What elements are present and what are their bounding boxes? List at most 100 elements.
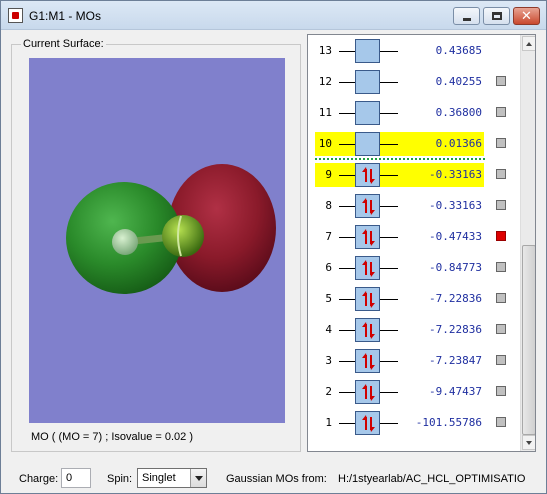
mo-window: G1:M1 - MOs ✕ Current Surface: MO ((MO …	[0, 0, 547, 494]
mo-number: 6	[325, 261, 332, 274]
mo-row[interactable]: 6 -0.84773	[308, 256, 520, 280]
orbital-level-box[interactable]	[355, 256, 380, 280]
surface-toggle-checkbox[interactable]	[496, 386, 506, 396]
spin-down-arrow-icon	[370, 324, 375, 339]
close-button[interactable]: ✕	[513, 7, 540, 25]
orbital-3d-viewport[interactable]	[29, 58, 285, 423]
scroll-down-icon[interactable]	[522, 435, 535, 450]
hydrogen-atom	[112, 229, 138, 255]
spin-selected-value: Singlet	[142, 472, 176, 484]
level-line	[339, 144, 355, 145]
mo-row[interactable]: 4 -7.22836	[308, 318, 520, 342]
spin-down-arrow-icon	[370, 200, 375, 215]
spin-up-arrow-icon	[362, 415, 367, 430]
minimize-button[interactable]	[453, 7, 480, 25]
mo-row[interactable]: 8 -0.33163	[308, 194, 520, 218]
chevron-down-icon[interactable]	[190, 469, 206, 487]
level-line	[339, 82, 355, 83]
level-line	[339, 423, 355, 424]
mo-energy: 0.01366	[435, 137, 482, 150]
mo-energy: -0.84773	[429, 261, 482, 274]
mo-number: 3	[325, 354, 332, 367]
mo-energy: 0.36800	[435, 106, 482, 119]
mo-row[interactable]: 13 0.43685	[308, 39, 520, 63]
surface-toggle-checkbox[interactable]	[496, 262, 506, 272]
surface-toggle-checkbox[interactable]	[496, 417, 506, 427]
spin-down-arrow-icon	[370, 417, 375, 432]
level-line	[339, 175, 355, 176]
orbital-level-box[interactable]	[355, 287, 380, 311]
spin-select[interactable]: Singlet	[137, 468, 207, 488]
gaussview-app-icon	[8, 8, 23, 23]
level-line	[339, 299, 355, 300]
surface-toggle-checkbox[interactable]	[496, 76, 506, 86]
level-line	[339, 206, 355, 207]
orbital-level-box[interactable]	[355, 380, 380, 404]
orbital-level-box[interactable]	[355, 101, 380, 125]
mo-row[interactable]: 7 -0.47433	[308, 225, 520, 249]
level-line	[339, 51, 355, 52]
orbital-level-box[interactable]	[355, 349, 380, 373]
surface-toggle-checkbox[interactable]	[496, 200, 506, 210]
title-bar[interactable]: G1:M1 - MOs ✕	[1, 1, 546, 30]
spin-up-arrow-icon	[362, 322, 367, 337]
mo-energy: 0.43685	[435, 44, 482, 57]
mo-energy: -7.22836	[429, 292, 482, 305]
mo-energy: -0.33163	[429, 168, 482, 181]
chlorine-atom	[162, 215, 204, 257]
vertical-scrollbar[interactable]	[520, 35, 535, 451]
mo-row[interactable]: 3 -7.23847	[308, 349, 520, 373]
orbital-level-box[interactable]	[355, 194, 380, 218]
scroll-thumb[interactable]	[522, 245, 535, 435]
level-line	[339, 268, 355, 269]
spin-label: Spin:	[107, 473, 133, 485]
mo-number: 8	[325, 199, 332, 212]
spin-down-arrow-icon	[370, 386, 375, 401]
surface-toggle-checkbox[interactable]	[496, 169, 506, 179]
maximize-button[interactable]	[483, 7, 510, 25]
orbital-level-box[interactable]	[355, 70, 380, 94]
mo-row[interactable]: 1 -101.55786	[308, 411, 520, 435]
mo-row[interactable]: 10 0.01366	[308, 132, 520, 156]
spin-up-arrow-icon	[362, 167, 367, 182]
spin-down-arrow-icon	[370, 231, 375, 246]
spin-down-arrow-icon	[370, 169, 375, 184]
mo-row[interactable]: 9 -0.33163	[308, 163, 520, 187]
orbital-level-box[interactable]	[355, 411, 380, 435]
mo-row[interactable]: 11 0.36800	[308, 101, 520, 125]
orbital-level-box[interactable]	[355, 163, 380, 187]
mo-energy: -7.23847	[429, 354, 482, 367]
mo-number: 7	[325, 230, 332, 243]
mo-energy: -7.22836	[429, 323, 482, 336]
scroll-up-icon[interactable]	[522, 36, 535, 51]
surface-toggle-checkbox[interactable]	[496, 231, 506, 241]
mo-number: 9	[325, 168, 332, 181]
mo-energy-list[interactable]: 13 0.43685 12 0.40255 11 0.36800 10 0.01366 9 -0.…	[307, 34, 536, 452]
spin-up-arrow-icon	[362, 384, 367, 399]
surface-toggle-checkbox[interactable]	[496, 324, 506, 334]
bottom-toolbar: Charge: Spin: Singlet Gaussian MOs from:…	[1, 461, 546, 493]
orbital-level-box[interactable]	[355, 132, 380, 156]
mo-energy: -0.33163	[429, 199, 482, 212]
mo-row[interactable]: 12 0.40255	[308, 70, 520, 94]
mo-row[interactable]: 2 -9.47437	[308, 380, 520, 404]
mo-number: 12	[318, 75, 332, 88]
orbital-level-box[interactable]	[355, 318, 380, 342]
window-controls: ✕	[453, 7, 540, 25]
orbital-render	[66, 164, 276, 294]
spin-up-arrow-icon	[362, 291, 367, 306]
charge-input[interactable]	[61, 468, 91, 488]
mo-number: 2	[325, 385, 332, 398]
level-line	[339, 237, 355, 238]
orbital-level-box[interactable]	[355, 39, 380, 63]
surface-toggle-checkbox[interactable]	[496, 138, 506, 148]
surface-toggle-checkbox[interactable]	[496, 293, 506, 303]
surface-toggle-checkbox[interactable]	[496, 107, 506, 117]
source-path: H:/1styearlab/AC_HCL_OPTIMISATIO	[338, 473, 526, 485]
orbital-level-box[interactable]	[355, 225, 380, 249]
surface-toggle-checkbox[interactable]	[496, 355, 506, 365]
current-surface-label: Current Surface:	[21, 38, 106, 50]
mo-row[interactable]: 5 -7.22836	[308, 287, 520, 311]
spin-up-arrow-icon	[362, 353, 367, 368]
mo-number: 4	[325, 323, 332, 336]
